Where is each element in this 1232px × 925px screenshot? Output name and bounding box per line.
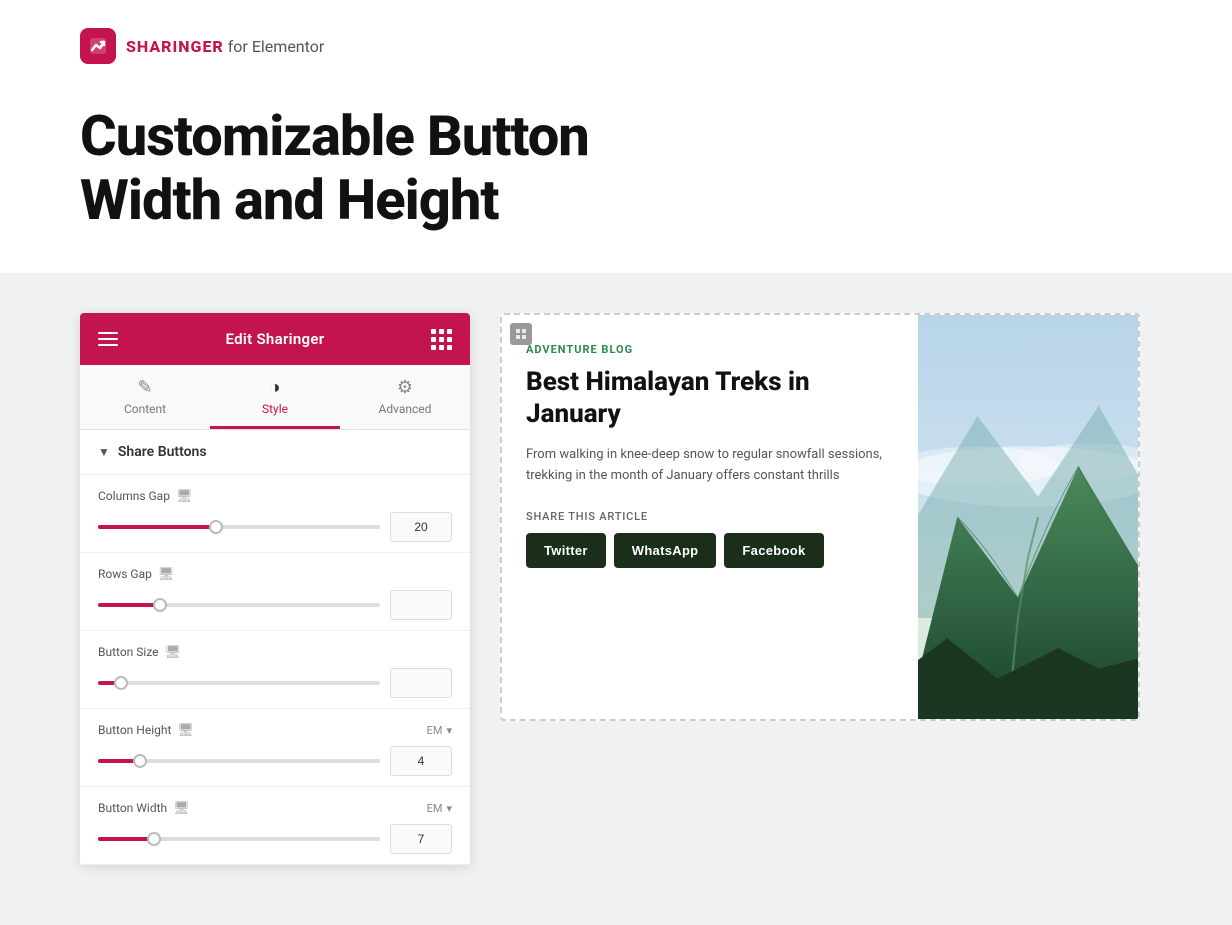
button-width-label: Button Width [98, 801, 167, 815]
content-area: Edit Sharinger ✎ Content ◑ Style ⚙ Advan… [0, 273, 1232, 925]
logo-brand: SHARINGER [126, 37, 224, 56]
article-excerpt: From walking in knee-deep snow to regula… [526, 445, 894, 487]
control-columns-gap: Columns Gap 🖥 [80, 475, 470, 553]
section-title: Share Buttons [118, 444, 207, 460]
button-width-screen-icon: 🖥 [173, 801, 190, 816]
advanced-tab-icon: ⚙ [397, 377, 413, 398]
article-title: Best Himalayan Treks in January [526, 366, 894, 431]
article-card: ADVENTURE BLOG Best Himalayan Treks in J… [500, 313, 1140, 721]
article-content: ADVENTURE BLOG Best Himalayan Treks in J… [502, 315, 918, 719]
card-drag-handle[interactable] [510, 323, 532, 345]
columns-gap-input[interactable] [390, 512, 452, 542]
section-share-buttons: ▼ Share Buttons [80, 430, 470, 475]
control-rows-gap: Rows Gap 🖥 [80, 553, 470, 631]
columns-gap-screen-icon: 🖥 [176, 489, 193, 504]
header: SHARINGER for Elementor [0, 0, 1232, 84]
share-button-twitter[interactable]: Twitter [526, 533, 606, 568]
rows-gap-slider-track[interactable] [98, 603, 380, 607]
control-button-height: Button Height 🖥 EM ▾ [80, 709, 470, 787]
page-title: Customizable Button Width and Height [80, 104, 1152, 233]
button-size-slider-track[interactable] [98, 681, 380, 685]
tab-style[interactable]: ◑ Style [210, 365, 340, 429]
button-width-unit-chevron[interactable]: ▾ [446, 802, 452, 815]
panel-header: Edit Sharinger [80, 313, 470, 365]
button-size-screen-icon: 🖥 [165, 645, 182, 660]
button-size-label: Button Size [98, 645, 159, 659]
rows-gap-input[interactable] [390, 590, 452, 620]
tab-advanced[interactable]: ⚙ Advanced [340, 365, 470, 429]
grid-icon[interactable] [432, 329, 452, 349]
share-buttons: Twitter WhatsApp Facebook [526, 533, 894, 568]
elementor-panel: Edit Sharinger ✎ Content ◑ Style ⚙ Advan… [80, 313, 470, 865]
button-height-unit-chevron[interactable]: ▾ [446, 724, 452, 737]
section-collapse-arrow[interactable]: ▼ [98, 445, 110, 459]
style-tab-icon: ◑ [270, 377, 281, 398]
panel-title: Edit Sharinger [226, 330, 325, 348]
article-category: ADVENTURE BLOG [526, 343, 894, 356]
button-size-input[interactable] [390, 668, 452, 698]
preview-area: ADVENTURE BLOG Best Himalayan Treks in J… [500, 313, 1152, 721]
share-button-facebook[interactable]: Facebook [724, 533, 823, 568]
control-button-size: Button Size 🖥 [80, 631, 470, 709]
panel-body: ▼ Share Buttons Columns Gap 🖥 [80, 430, 470, 865]
button-width-slider-track[interactable] [98, 837, 380, 841]
logo-tagline: for Elementor [224, 37, 325, 56]
share-label: SHARE THIS ARTICLE [526, 510, 894, 523]
button-height-label: Button Height [98, 723, 171, 737]
share-button-whatsapp[interactable]: WhatsApp [614, 533, 717, 568]
control-button-width: Button Width 🖥 EM ▾ [80, 787, 470, 865]
article-image [918, 315, 1138, 719]
content-tab-icon: ✎ [137, 377, 152, 398]
hero-section: Customizable Button Width and Height [0, 84, 1232, 273]
button-width-input[interactable] [390, 824, 452, 854]
tab-advanced-label: Advanced [379, 402, 432, 416]
button-height-screen-icon: 🖥 [177, 723, 194, 738]
columns-gap-slider-track[interactable] [98, 525, 380, 529]
button-height-unit: EM [427, 724, 443, 737]
tab-content[interactable]: ✎ Content [80, 365, 210, 429]
panel-tabs: ✎ Content ◑ Style ⚙ Advanced [80, 365, 470, 430]
rows-gap-label: Rows Gap [98, 567, 152, 581]
tab-content-label: Content [124, 402, 166, 416]
logo-text: SHARINGER for Elementor [126, 37, 324, 56]
logo-icon [80, 28, 116, 64]
button-width-unit: EM [427, 802, 443, 815]
button-height-slider-track[interactable] [98, 759, 380, 763]
tab-style-label: Style [262, 402, 288, 416]
button-height-input[interactable] [390, 746, 452, 776]
columns-gap-label: Columns Gap [98, 489, 170, 503]
hamburger-icon[interactable] [98, 329, 118, 349]
rows-gap-screen-icon: 🖥 [158, 567, 175, 582]
